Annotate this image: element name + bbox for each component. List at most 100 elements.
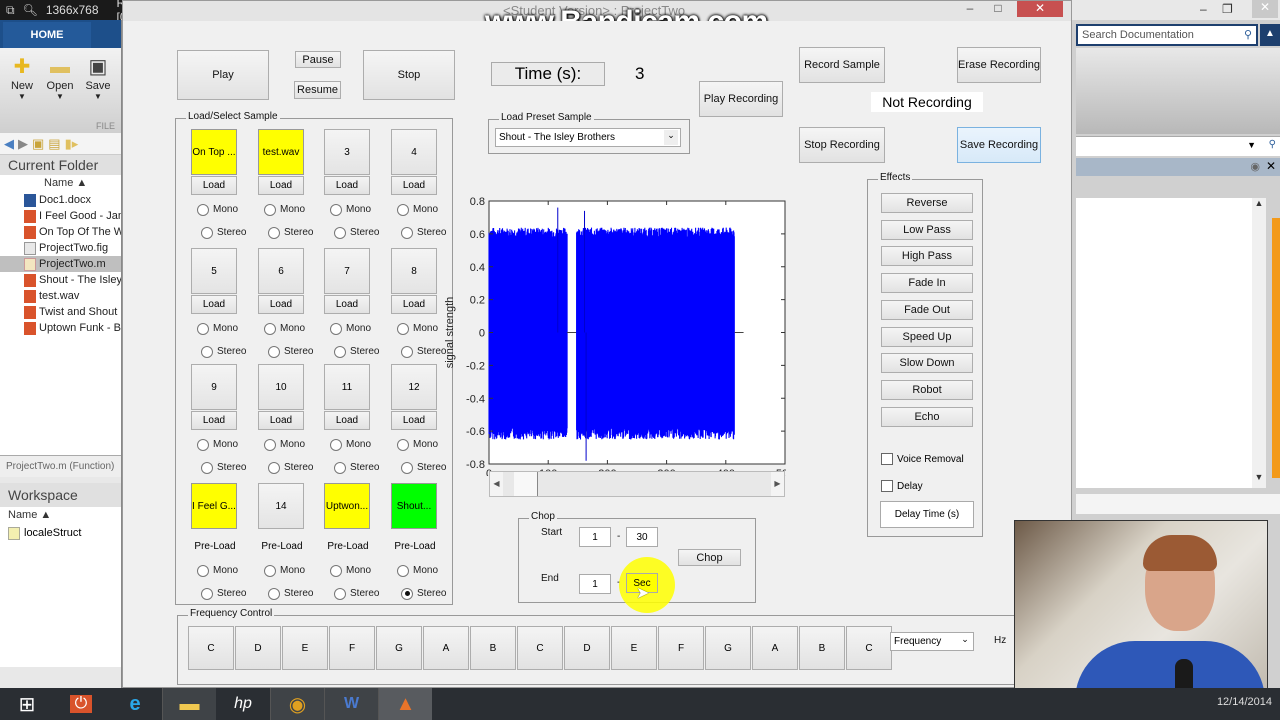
load-button[interactable]: Load	[258, 411, 304, 430]
address-bar[interactable]: ▼ ⚲	[1076, 136, 1280, 156]
mono-radio[interactable]: Mono	[397, 559, 438, 582]
stereo-radio[interactable]: Stereo	[201, 340, 246, 363]
radio-circle[interactable]	[330, 203, 342, 216]
resume-button[interactable]: Resume	[294, 81, 341, 99]
load-button[interactable]: Load	[324, 295, 370, 314]
search-documentation-input[interactable]: Search Documentation ⚲	[1076, 24, 1258, 46]
note-key-button[interactable]: D	[235, 626, 281, 670]
minimize-button[interactable]: –	[1200, 2, 1207, 16]
load-button[interactable]: Load	[191, 295, 237, 314]
radio-circle[interactable]	[401, 587, 413, 600]
search-icon[interactable]: ⚲	[1269, 139, 1276, 150]
stereo-radio[interactable]: Stereo	[401, 456, 446, 479]
name-column-header[interactable]: Name ▲	[0, 175, 121, 192]
open-button[interactable]: ▬ Open ▼	[42, 54, 78, 101]
internet-explorer-icon[interactable]: e	[108, 688, 162, 720]
erase-recording-button[interactable]: Erase Recording	[957, 47, 1041, 83]
file-list-item[interactable]: ProjectTwo.fig	[0, 240, 121, 256]
start-from-input[interactable]: 1	[579, 527, 611, 547]
editor-area[interactable]	[1076, 198, 1258, 488]
mono-radio[interactable]: Mono	[197, 559, 238, 582]
effect-low-pass-button[interactable]: Low Pass	[881, 219, 973, 240]
radio-circle[interactable]	[268, 226, 280, 239]
effect-fade-in-button[interactable]: Fade In	[881, 273, 973, 294]
effect-fade-out-button[interactable]: Fade Out	[881, 299, 973, 320]
mono-radio[interactable]: Mono	[264, 317, 305, 340]
checkbox-box[interactable]	[881, 453, 893, 465]
radio-circle[interactable]	[201, 461, 213, 474]
mono-radio[interactable]: Mono	[330, 317, 371, 340]
window-icon[interactable]: ⧉	[6, 3, 15, 18]
new-button[interactable]: ✚ New ▼	[4, 54, 40, 101]
stereo-radio[interactable]: Stereo	[401, 340, 446, 363]
file-explorer-icon[interactable]: ▬	[162, 688, 216, 720]
radio-circle[interactable]	[197, 322, 209, 335]
note-key-button[interactable]: C	[846, 626, 892, 670]
delay-checkbox[interactable]: Delay	[881, 480, 923, 492]
stereo-radio[interactable]: Stereo	[268, 582, 313, 605]
stereo-radio[interactable]: Stereo	[268, 340, 313, 363]
word-icon[interactable]: W	[324, 688, 378, 720]
frequency-select[interactable]: Frequency ⌄	[890, 632, 974, 651]
save-button[interactable]: ▣ Save ▼	[80, 54, 116, 101]
sample-pad-button[interactable]: Uptwon...	[324, 483, 370, 529]
collapse-ribbon-icon[interactable]: ▲	[1260, 24, 1280, 46]
sample-pad-button[interactable]: 9	[191, 364, 237, 410]
radio-circle[interactable]	[264, 322, 276, 335]
file-list-item[interactable]: ProjectTwo.m	[0, 256, 121, 272]
record-sample-button[interactable]: Record Sample	[799, 47, 885, 83]
effect-robot-button[interactable]: Robot	[881, 379, 973, 400]
load-button[interactable]: Load	[324, 411, 370, 430]
radio-circle[interactable]	[201, 587, 213, 600]
radio-circle[interactable]	[397, 203, 409, 216]
power-icon[interactable]: ⏻	[54, 688, 108, 720]
scroll-down-icon[interactable]: ▼	[1252, 472, 1266, 482]
mono-radio[interactable]: Mono	[330, 433, 371, 456]
stereo-radio[interactable]: Stereo	[201, 582, 246, 605]
windows-start-icon[interactable]: ⊞	[0, 688, 54, 720]
play-button[interactable]: Play	[177, 50, 269, 100]
effect-speed-up-button[interactable]: Speed Up	[881, 326, 973, 347]
load-button[interactable]: Load	[324, 176, 370, 195]
note-key-button[interactable]: C	[517, 626, 563, 670]
workspace-name-header[interactable]: Name ▲	[0, 507, 121, 524]
stereo-radio[interactable]: Stereo	[268, 456, 313, 479]
scroll-thumb[interactable]	[513, 472, 538, 496]
radio-circle[interactable]	[334, 345, 346, 358]
workspace-variable[interactable]: localeStruct	[0, 524, 121, 542]
folder-path-icon[interactable]: ▮▸	[65, 136, 79, 152]
radio-circle[interactable]	[197, 203, 209, 216]
sample-pad-button[interactable]: 4	[391, 129, 437, 175]
radio-circle[interactable]	[334, 587, 346, 600]
mono-radio[interactable]: Mono	[330, 559, 371, 582]
voice-removal-checkbox[interactable]: Voice Removal	[881, 453, 964, 465]
sample-pad-button[interactable]: 3	[324, 129, 370, 175]
stereo-radio[interactable]: Stereo	[334, 340, 379, 363]
stereo-radio[interactable]: Stereo	[201, 456, 246, 479]
radio-circle[interactable]	[264, 438, 276, 451]
load-button[interactable]: Load	[258, 176, 304, 195]
note-key-button[interactable]: A	[423, 626, 469, 670]
delay-time-input[interactable]: Delay Time (s)	[880, 501, 974, 528]
file-list-item[interactable]: Twist and Shout	[0, 304, 121, 320]
load-button[interactable]: Load	[191, 411, 237, 430]
effect-high-pass-button[interactable]: High Pass	[881, 246, 973, 267]
mono-radio[interactable]: Mono	[264, 198, 305, 221]
mono-radio[interactable]: Mono	[264, 433, 305, 456]
note-key-button[interactable]: G	[376, 626, 422, 670]
scroll-right-arrow-icon[interactable]: ▶	[771, 472, 784, 496]
matlab-icon[interactable]: ▲	[378, 688, 432, 720]
sample-pad-button[interactable]: On Top ...	[191, 129, 237, 175]
sample-pad-button[interactable]: 6	[258, 248, 304, 294]
preset-select[interactable]: Shout - The Isley Brothers ⌄	[495, 128, 681, 147]
editor-scrollbar[interactable]: ▲ ▼	[1252, 198, 1266, 488]
radio-circle[interactable]	[397, 322, 409, 335]
radio-circle[interactable]	[197, 564, 209, 577]
note-key-button[interactable]: B	[799, 626, 845, 670]
radio-circle[interactable]	[264, 203, 276, 216]
radio-circle[interactable]	[201, 226, 213, 239]
save-recording-button[interactable]: Save Recording	[957, 127, 1041, 163]
mono-radio[interactable]: Mono	[264, 559, 305, 582]
radio-circle[interactable]	[334, 461, 346, 474]
hp-icon[interactable]: hp	[216, 688, 270, 720]
